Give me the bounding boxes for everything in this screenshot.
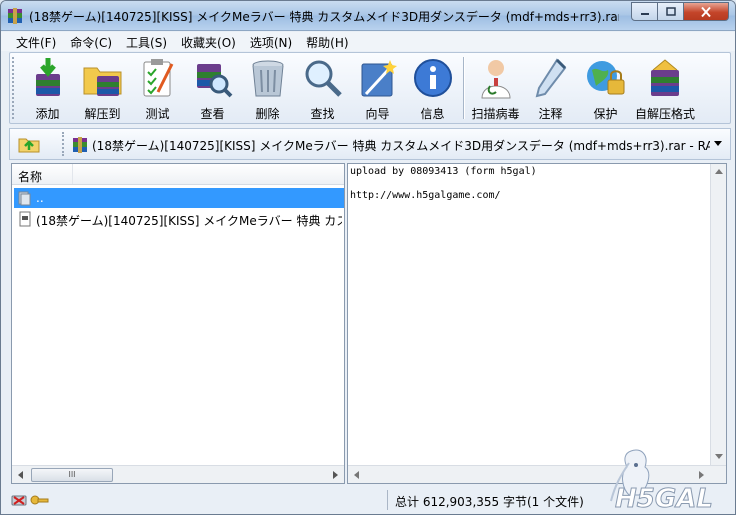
virus-scan-button[interactable]: 扫描病毒 — [468, 53, 523, 123]
find-label: 查找 — [310, 107, 335, 121]
test-button[interactable]: 测试 — [130, 53, 185, 123]
delete-label: 删除 — [255, 107, 280, 121]
find-button[interactable]: 查找 — [295, 53, 350, 123]
comment-label: 注释 — [538, 107, 563, 121]
parent-folder-icon — [18, 191, 31, 206]
info-button[interactable]: 信息 — [405, 53, 460, 123]
maximize-icon — [665, 6, 676, 16]
minimize-button[interactable] — [631, 2, 658, 21]
menu-tools[interactable]: 工具(S) — [119, 32, 174, 51]
key-icon — [30, 495, 49, 505]
status-divider — [387, 490, 388, 510]
comment-line: http://www.h5galgame.com/ — [350, 190, 501, 201]
menu-file[interactable]: 文件(F) — [9, 32, 63, 51]
wizard-icon — [361, 60, 397, 97]
chevron-down-icon[interactable] — [714, 141, 722, 146]
test-label: 测试 — [145, 107, 170, 121]
add-archive-icon — [35, 58, 60, 96]
find-icon — [305, 60, 342, 97]
menu-help[interactable]: 帮助(H) — [299, 32, 355, 51]
horizontal-scrollbar[interactable]: III — [12, 465, 344, 483]
address-bar: (18禁ゲーム)[140725][KISS] メイクMeラバー 特典 カスタムメ… — [9, 128, 731, 160]
winrar-icon — [8, 8, 22, 24]
column-header-name[interactable]: 名称 — [12, 164, 344, 185]
menu-options[interactable]: 选项(N) — [243, 32, 299, 51]
column-divider[interactable] — [72, 164, 73, 184]
vertical-scrollbar[interactable] — [710, 164, 726, 465]
toolbar-grip[interactable] — [12, 57, 18, 119]
minimize-icon — [640, 12, 649, 15]
comment-button[interactable]: 注释 — [523, 53, 578, 123]
rar-archive-icon — [73, 137, 87, 153]
sfx-button[interactable]: 自解压格式 — [633, 53, 697, 123]
menu-bar: 文件(F) 命令(C) 工具(S) 收藏夹(O) 选项(N) 帮助(H) — [1, 32, 735, 51]
list-item-name: (18禁ゲーム)[140725][KISS] メイクMeラバー 特典 カスタムメ… — [36, 214, 342, 228]
virus-scan-label: 扫描病毒 — [471, 107, 520, 121]
protect-label: 保护 — [593, 107, 618, 121]
maximize-button[interactable] — [657, 2, 684, 21]
up-folder-button[interactable] — [16, 133, 42, 155]
toolbar-separator — [463, 57, 465, 119]
winrar-window: (18禁ゲーム)[140725][KISS] メイクMeラバー 特典 カスタムメ… — [0, 0, 736, 515]
info-icon — [413, 59, 452, 97]
scroll-left-icon[interactable] — [354, 471, 359, 479]
view-button[interactable]: 查看 — [185, 53, 240, 123]
list-item-name: .. — [36, 191, 44, 205]
menu-commands[interactable]: 命令(C) — [63, 32, 119, 51]
status-icons — [11, 495, 49, 506]
close-button[interactable] — [683, 2, 729, 21]
list-item[interactable]: (18禁ゲーム)[140725][KISS] メイクMeラバー 特典 カスタムメ… — [14, 209, 344, 229]
protect-icon — [586, 61, 624, 95]
svg-text:H5GAL: H5GAL — [615, 484, 713, 514]
test-icon — [143, 59, 173, 97]
sfx-icon — [651, 59, 679, 96]
file-list: 名称 .. (18禁ゲーム)[140725][KISS] メイクMeラバー 特典… — [11, 163, 345, 484]
delete-button[interactable]: 删除 — [240, 53, 295, 123]
scroll-left-icon[interactable] — [18, 471, 23, 479]
extract-to-button[interactable]: 解压到 — [75, 53, 130, 123]
archive-comment[interactable]: upload by 08093413 (form h5gal) http://w… — [350, 166, 710, 202]
window-title: (18禁ゲーム)[140725][KISS] メイクMeラバー 特典 カスタムメ… — [29, 10, 619, 24]
status-summary: 总计 612,903,355 字节(1 个文件) — [395, 495, 584, 509]
comment-icon — [535, 58, 566, 98]
drive-icon — [11, 495, 27, 506]
delete-icon — [252, 60, 283, 97]
view-icon — [196, 64, 232, 98]
add-label: 添加 — [35, 107, 60, 121]
scroll-up-icon[interactable] — [715, 169, 723, 174]
list-item[interactable]: .. — [14, 188, 344, 208]
wizard-label: 向导 — [365, 107, 390, 121]
virus-scan-icon — [480, 60, 511, 99]
scroll-thumb[interactable]: III — [31, 468, 113, 482]
protect-button[interactable]: 保护 — [578, 53, 633, 123]
comment-line: upload by 08093413 (form h5gal) — [350, 166, 537, 177]
view-label: 查看 — [200, 107, 225, 121]
sfx-label: 自解压格式 — [634, 107, 695, 121]
wizard-button[interactable]: 向导 — [350, 53, 405, 123]
column-name-label: 名称 — [18, 170, 43, 184]
extract-to-icon — [83, 67, 121, 96]
info-label: 信息 — [420, 107, 445, 121]
file-icon — [19, 211, 31, 227]
comment-line — [350, 178, 710, 190]
extract-to-label: 解压到 — [84, 107, 121, 121]
address-field[interactable]: (18禁ゲーム)[140725][KISS] メイクMeラバー 特典 カスタムメ… — [70, 133, 726, 156]
h5gal-watermark-logo: H5GAL — [610, 449, 713, 514]
menu-favorites[interactable]: 收藏夹(O) — [174, 32, 243, 51]
address-grip — [62, 132, 64, 156]
toolbar: 添加 解压到 测试 查看 删除 查找 向导 信息 扫描病毒 注释 保护 自解压格… — [9, 52, 731, 124]
comment-panel: upload by 08093413 (form h5gal) http://w… — [347, 163, 727, 484]
scroll-right-icon[interactable] — [333, 471, 338, 479]
address-path: (18禁ゲーム)[140725][KISS] メイクMeラバー 特典 カスタムメ… — [92, 139, 710, 153]
add-button[interactable]: 添加 — [20, 53, 75, 123]
close-icon — [701, 6, 711, 17]
title-bar[interactable]: (18禁ゲーム)[140725][KISS] メイクMeラバー 特典 カスタムメ… — [1, 1, 735, 31]
up-folder-icon — [18, 138, 40, 153]
